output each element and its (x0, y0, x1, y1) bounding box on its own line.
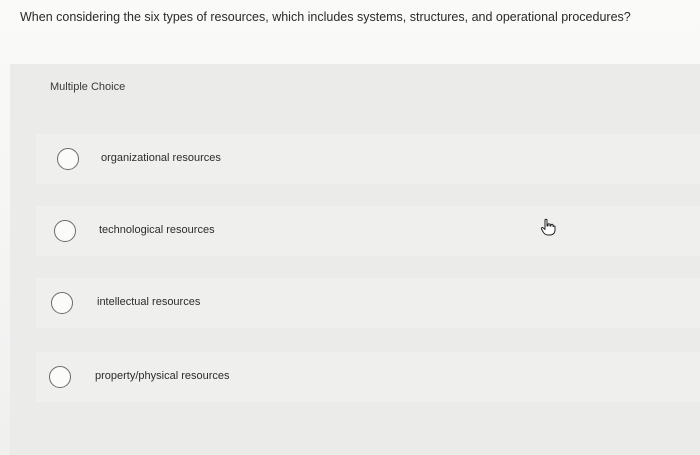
choice-organizational[interactable]: organizational resources (36, 134, 700, 184)
choice-intellectual[interactable]: intellectual resources (36, 278, 700, 328)
quiz-page: When considering the six types of resour… (0, 0, 700, 455)
choice-label: property/physical resources (95, 370, 230, 382)
choice-label: technological resources (99, 224, 215, 236)
hand-pointer-icon (540, 218, 556, 236)
radio-empty-icon[interactable] (49, 366, 71, 388)
choice-label: intellectual resources (97, 296, 201, 308)
choice-property-physical[interactable]: property/physical resources (36, 352, 700, 402)
choice-label: organizational resources (101, 152, 221, 164)
radio-empty-icon[interactable] (51, 292, 73, 314)
question-text: When considering the six types of resour… (20, 10, 631, 24)
answer-panel: Multiple Choice organizational resources… (10, 64, 700, 455)
choice-technological[interactable]: technological resources (36, 206, 700, 256)
radio-empty-icon[interactable] (54, 220, 76, 242)
choices-list: organizational resources technological r… (10, 64, 700, 455)
radio-empty-icon[interactable] (57, 148, 79, 170)
